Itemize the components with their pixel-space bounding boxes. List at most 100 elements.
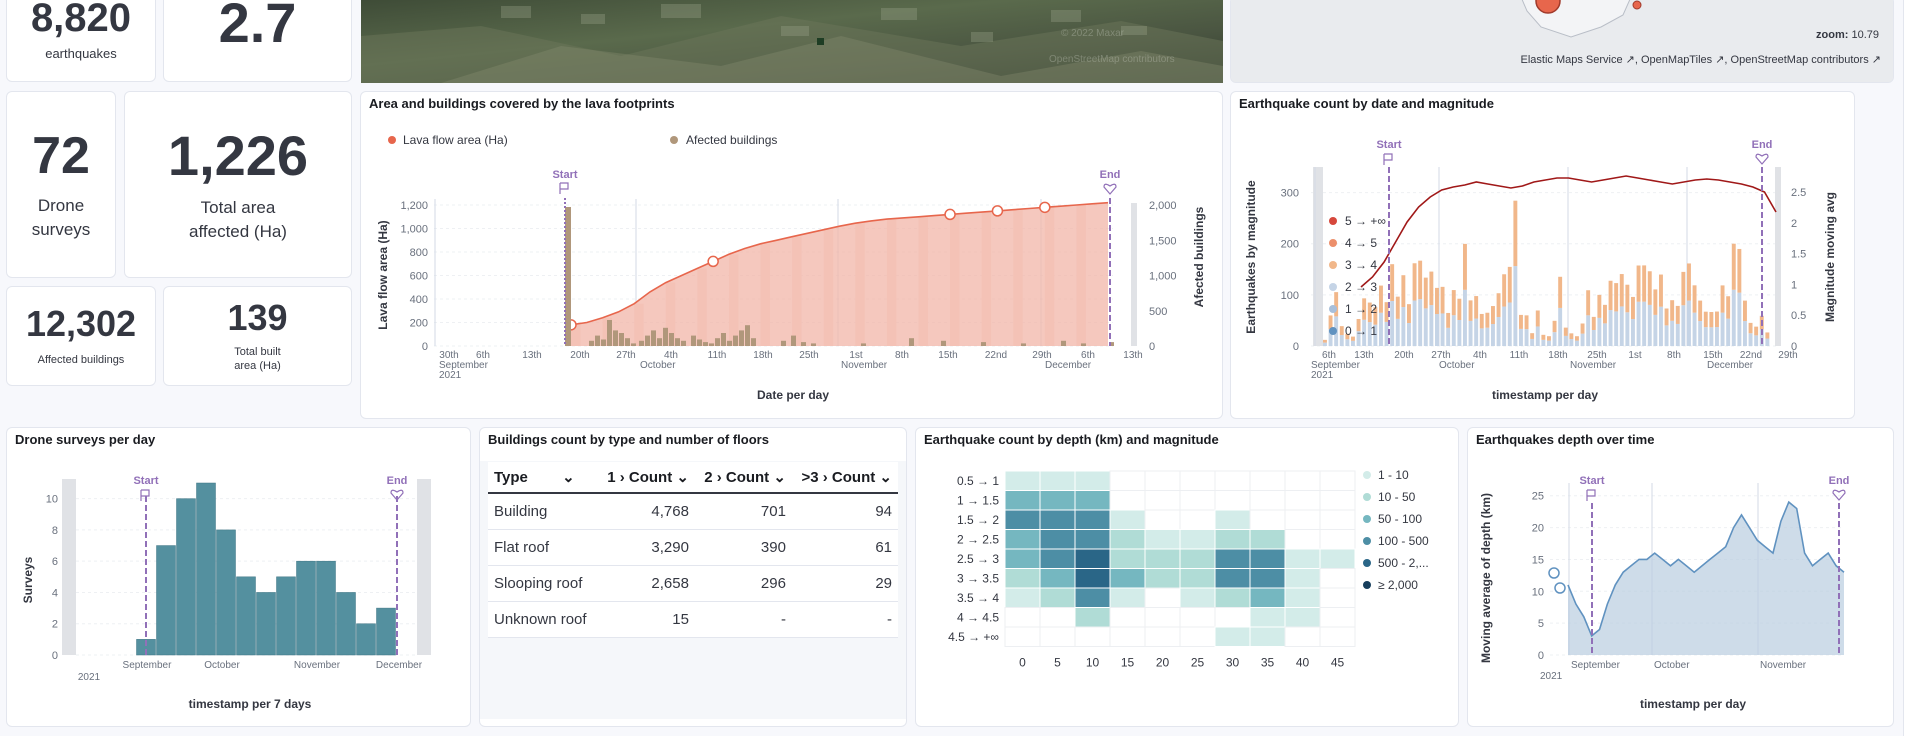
heatmap-cell[interactable] [1249, 568, 1286, 589]
eq-bar-low[interactable] [1603, 323, 1607, 346]
eq-bar-low[interactable] [1474, 318, 1479, 346]
heatmap-cell[interactable] [1039, 568, 1076, 589]
eq-bar-high[interactable] [1726, 296, 1731, 319]
survey-bar[interactable] [196, 482, 216, 656]
earthquake-map[interactable]: zoom: 10.79 Elastic Maps Service ↗, Open… [1230, 0, 1894, 83]
eq-bar-high[interactable] [1541, 334, 1546, 340]
eq-bar-high[interactable] [1563, 327, 1568, 336]
buildings-bar[interactable] [601, 339, 606, 347]
eq-bar-high[interactable] [1698, 300, 1703, 322]
heatmap-cell[interactable] [1319, 509, 1356, 530]
heatmap-cell[interactable] [1319, 490, 1356, 511]
legend-lava-label[interactable]: Lava flow area (Ha) [403, 133, 508, 147]
eq-bar-high[interactable] [1407, 304, 1411, 323]
drone-start-annotation[interactable]: Start [133, 475, 159, 655]
eq-bar-high[interactable] [1491, 306, 1495, 325]
eq-bar-high[interactable] [1558, 276, 1563, 308]
heatmap-cell[interactable] [1214, 548, 1251, 569]
eq-bar-high[interactable] [1479, 313, 1484, 329]
eq-bar-low[interactable] [1647, 304, 1652, 346]
legend-label[interactable]: 50 - 100 [1378, 512, 1422, 526]
heatmap-cell[interactable] [1144, 587, 1181, 608]
eq-bar-high[interactable] [1647, 271, 1652, 305]
heatmap-cell[interactable] [1179, 587, 1216, 608]
heatmap-cell[interactable] [1039, 607, 1076, 628]
lava-point[interactable] [991, 205, 1004, 217]
eq-bar-low[interactable] [1468, 320, 1473, 346]
eq-bar-low[interactable] [1384, 321, 1389, 346]
eq-bar-high[interactable] [1401, 275, 1406, 308]
eq-bar-high[interactable] [1474, 296, 1479, 319]
heatmap-cell[interactable] [1109, 470, 1146, 491]
depth-point[interactable] [1548, 567, 1560, 579]
eq-bar-low[interactable] [1418, 299, 1423, 346]
eq-bar-high[interactable] [1709, 312, 1714, 328]
heatmap-cell[interactable] [1074, 607, 1111, 628]
eq-bar-low[interactable] [1737, 292, 1742, 346]
heatmap-cell[interactable] [1144, 470, 1181, 491]
eq-bar-low[interactable] [1642, 301, 1647, 346]
heatmap-cell[interactable] [1004, 470, 1041, 491]
heatmap-cell[interactable] [1004, 548, 1041, 569]
eq-bar-high[interactable] [1703, 311, 1708, 328]
eq-bar-low[interactable] [1530, 338, 1535, 346]
eq-bar-low[interactable] [1636, 301, 1641, 346]
satellite-map[interactable]: © 2022 Maxar OpenStreetMap contributors [361, 0, 1223, 83]
heatmap-cell[interactable] [1284, 509, 1321, 530]
buildings-bar[interactable] [909, 338, 914, 346]
eq-bar-low[interactable] [1423, 308, 1428, 346]
eq-bar-high[interactable] [1659, 274, 1663, 307]
heatmap-cell[interactable] [1004, 529, 1041, 550]
eq-bar-high[interactable] [1670, 300, 1675, 321]
buildings-bar[interactable] [631, 343, 636, 346]
legend-label[interactable]: 10 - 50 [1378, 490, 1416, 504]
heatmap-cell[interactable] [1039, 509, 1076, 530]
eq-bar-low[interactable] [1591, 329, 1596, 346]
eq-bar-low[interactable] [1743, 321, 1747, 346]
col-header-1-count[interactable]: 1 › Count ⌄ [598, 462, 695, 494]
scrollbar[interactable] [1903, 0, 1917, 736]
heatmap-cell[interactable] [1179, 509, 1216, 530]
heatmap-cell[interactable] [1284, 626, 1321, 647]
buildings-bar[interactable] [589, 340, 594, 346]
survey-bar[interactable] [156, 545, 176, 656]
eq-bar-high[interactable] [1530, 333, 1535, 339]
eq-bar-low[interactable] [1754, 335, 1759, 346]
eq-bar-low[interactable] [1502, 306, 1507, 346]
eq-bar-high[interactable] [1390, 264, 1395, 301]
eq-bar-high[interactable] [1328, 315, 1333, 330]
eq-bar-low[interactable] [1614, 311, 1619, 346]
heatmap-cell[interactable] [1144, 509, 1181, 530]
eq-bar-high[interactable] [1446, 312, 1451, 328]
eq-bar-low[interactable] [1345, 339, 1350, 346]
eq-bar-low[interactable] [1586, 315, 1591, 346]
eq-bar-low[interactable] [1457, 319, 1462, 346]
heatmap-cell[interactable] [1144, 490, 1181, 511]
buildings-bar[interactable] [1021, 343, 1026, 346]
buildings-bar[interactable] [801, 342, 806, 346]
legend-label[interactable]: 0 → 1 [1345, 324, 1377, 338]
eq-bar-low[interactable] [1323, 342, 1327, 346]
eq-bar-low[interactable] [1703, 327, 1708, 346]
heatmap-cell[interactable] [1284, 587, 1321, 608]
eq-bar-high[interactable] [1636, 265, 1641, 302]
eq-bar-low[interactable] [1496, 316, 1501, 346]
heatmap-cell[interactable] [1109, 529, 1146, 550]
heatmap-cell[interactable] [1284, 548, 1321, 569]
buildings-bar[interactable] [639, 340, 644, 346]
eq-bar-high[interactable] [1720, 285, 1725, 313]
eq-end-annotation[interactable]: End [1752, 139, 1773, 346]
eq-bar-low[interactable] [1513, 266, 1518, 346]
heatmap-cell[interactable] [1214, 470, 1251, 491]
eq-bar-low[interactable] [1675, 323, 1680, 346]
eq-bar-high[interactable] [1597, 294, 1602, 318]
heatmap-cell[interactable] [1039, 587, 1076, 608]
eq-bar-high[interactable] [1675, 305, 1680, 324]
heatmap-cell[interactable] [1039, 626, 1076, 647]
legend-label[interactable]: 3 → 4 [1345, 258, 1377, 272]
eq-bar-high[interactable] [1496, 293, 1501, 317]
survey-bar[interactable] [176, 498, 196, 656]
buildings-bar[interactable] [981, 342, 986, 346]
eq-bar-low[interactable] [1709, 327, 1714, 346]
col-header-type[interactable]: Type ⌄ [488, 462, 598, 494]
